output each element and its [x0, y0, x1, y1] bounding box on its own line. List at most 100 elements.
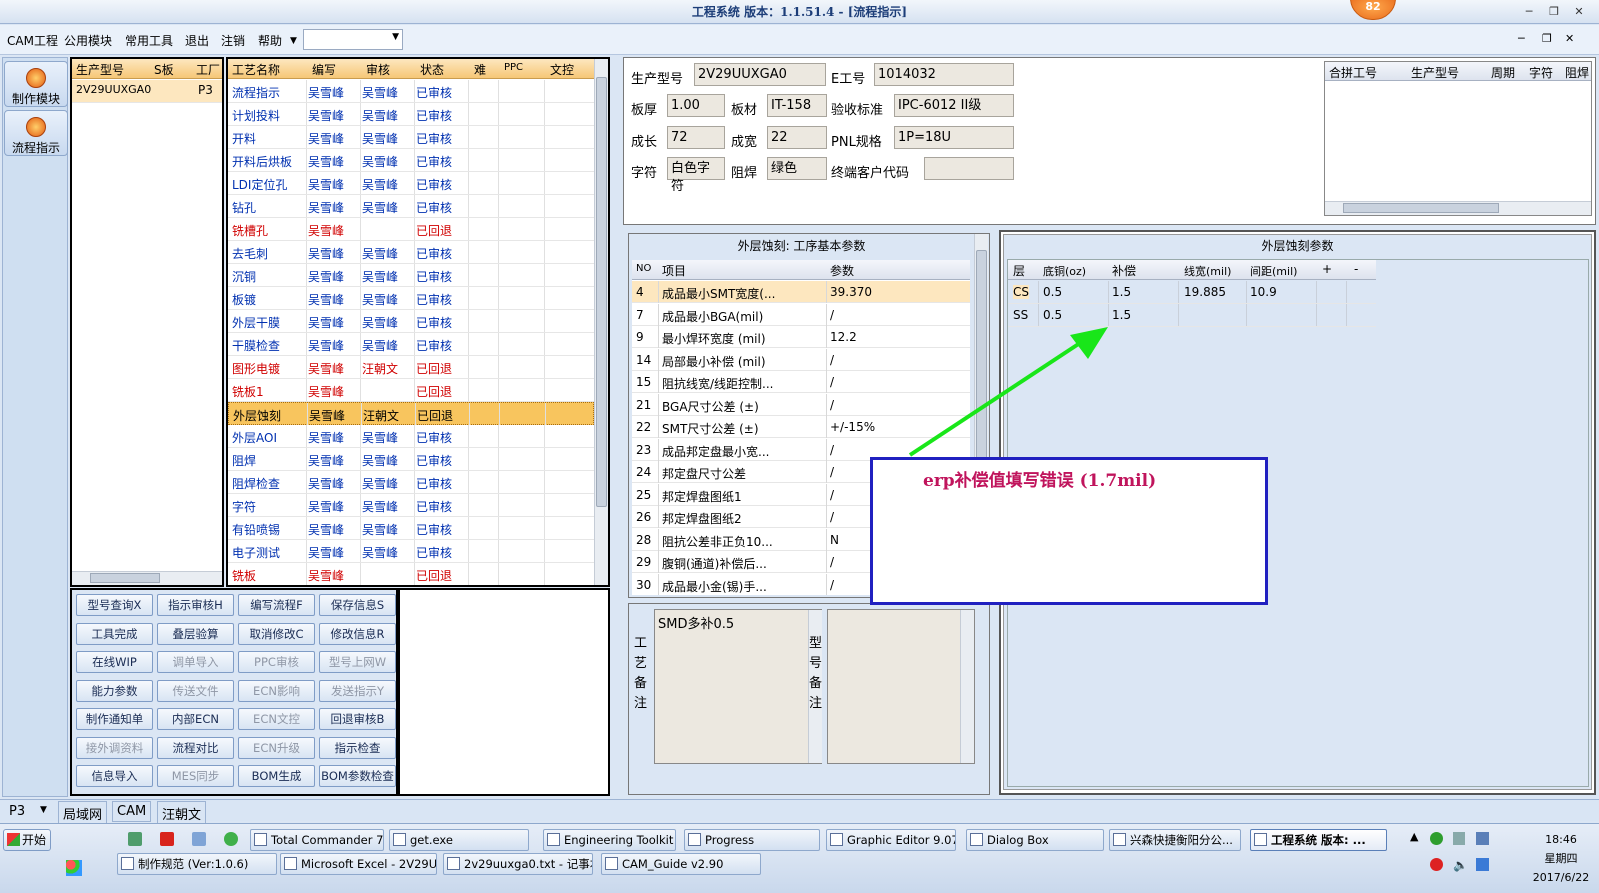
col-param[interactable]: 参数	[830, 262, 854, 279]
tray-device-icon[interactable]	[1453, 832, 1465, 845]
process-row[interactable]: 外层干膜 吴雪峰 吴雪峰 已审核	[228, 310, 594, 333]
menu-tools[interactable]: 常用工具	[125, 32, 173, 49]
maximize-icon[interactable]: ❐	[1545, 3, 1563, 21]
function-button[interactable]: 内部ECN	[157, 708, 234, 730]
function-button[interactable]: MES同步	[157, 765, 234, 787]
function-button[interactable]: 工具完成	[76, 622, 153, 645]
task-notepad[interactable]: 2v29uuxga0.txt - 记事本	[443, 853, 593, 875]
col-status[interactable]: 状态	[420, 61, 444, 78]
menu-combo[interactable]: ▼	[303, 29, 403, 50]
function-button[interactable]: 编写流程F	[238, 594, 315, 616]
task-xingsen[interactable]: 兴森快捷衡阳分公...	[1109, 829, 1241, 851]
function-button[interactable]: 指示检查	[319, 736, 396, 759]
task-cam-guide[interactable]: CAM_Guide v2.90	[601, 853, 761, 875]
col-line-width[interactable]: 线宽(mil)	[1184, 263, 1231, 279]
process-row[interactable]: 钻孔 吴雪峰 吴雪峰 已审核	[228, 195, 594, 218]
field-standard[interactable]: IPC-6012 II级	[894, 94, 1014, 117]
task-engineering-system[interactable]: 工程系统 版本: ...	[1250, 829, 1387, 851]
menu-exit[interactable]: 退出	[185, 32, 209, 49]
param-row[interactable]: 4 成品最小SMT宽度(... 39.370	[632, 281, 970, 303]
process-row[interactable]: 流程指示 吴雪峰 吴雪峰 已审核	[228, 80, 594, 103]
process-row[interactable]: 铣板 吴雪峰 已回退	[228, 563, 594, 585]
clock[interactable]: 18:46 星期四 2017/6/22	[1528, 830, 1594, 887]
etch-row[interactable]: CS 0.5 1.5 19.885 10.9	[1008, 281, 1376, 304]
function-button[interactable]: 信息导入	[76, 765, 153, 787]
function-button[interactable]: BOM生成	[238, 765, 315, 787]
menu-common-modules[interactable]: 公用模块	[64, 32, 112, 49]
field-pnl[interactable]: 1P=18U	[894, 126, 1014, 149]
col-model[interactable]: 生产型号	[76, 61, 124, 78]
nav-process-instruction[interactable]: 流程指示	[4, 110, 68, 156]
tray-antivirus-icon[interactable]	[1430, 858, 1443, 871]
col-plant[interactable]: 工厂	[196, 61, 220, 78]
function-button[interactable]: 发送指示Y	[319, 679, 396, 702]
field-material[interactable]: IT-158	[767, 94, 827, 117]
mdi-minimize-icon[interactable]: ─	[1518, 32, 1525, 45]
field-width[interactable]: 22	[767, 126, 827, 149]
horizontal-scrollbar[interactable]	[72, 571, 222, 585]
task-excel[interactable]: Microsoft Excel - 2V29UU...	[280, 853, 437, 875]
col-s-board[interactable]: S板	[154, 61, 174, 78]
field-length[interactable]: 72	[667, 126, 725, 149]
mdi-close-icon[interactable]: ✕	[1565, 32, 1574, 45]
start-button[interactable]: 开始	[3, 829, 51, 851]
function-button[interactable]: PPC审核	[238, 651, 315, 673]
field-e-no[interactable]: 1014032	[874, 63, 1014, 86]
process-row[interactable]: 开料后烘板 吴雪峰 吴雪峰 已审核	[228, 149, 594, 172]
horizontal-scrollbar[interactable]	[1325, 201, 1591, 215]
process-row[interactable]: 铣槽孔 吴雪峰 已回退	[228, 218, 594, 241]
function-button[interactable]: BOM参数检查	[319, 765, 396, 787]
function-button[interactable]: 能力参数	[76, 679, 153, 702]
task-dialog-box[interactable]: Dialog Box	[966, 829, 1104, 851]
browser-icon[interactable]	[224, 832, 238, 846]
volume-icon[interactable]: 🔈	[1453, 858, 1468, 872]
process-row[interactable]: 阻焊 吴雪峰 吴雪峰 已审核	[228, 448, 594, 471]
plant-selector[interactable]: P3	[9, 804, 25, 819]
function-button[interactable]: 叠层验算	[157, 622, 234, 645]
quicklaunch-app-icon[interactable]	[128, 832, 142, 846]
tray-app-icon[interactable]	[1430, 832, 1443, 845]
field-soldermask[interactable]: 绿色	[767, 157, 827, 180]
process-row[interactable]: 干膜检查 吴雪峰 吴雪峰 已审核	[228, 333, 594, 356]
col-legend[interactable]: 字符	[1529, 64, 1553, 81]
process-row[interactable]: 外层AOI 吴雪峰 吴雪峰 已审核	[228, 425, 594, 448]
network-icon[interactable]	[1476, 832, 1489, 845]
scroll-thumb[interactable]	[90, 573, 160, 583]
col-no[interactable]: NO	[636, 263, 651, 274]
col-soldermask[interactable]: 阻焊	[1565, 64, 1591, 81]
process-row[interactable]: 图形电镀 吴雪峰 汪朝文 已回退	[228, 356, 594, 379]
status-tab-cam[interactable]: CAM	[112, 801, 152, 822]
function-button[interactable]: 流程对比	[157, 736, 234, 759]
col-model[interactable]: 生产型号	[1411, 64, 1459, 81]
vertical-scrollbar[interactable]	[594, 59, 608, 585]
function-button[interactable]: 制作通知单	[76, 708, 153, 730]
function-button[interactable]: 在线WIP	[76, 651, 153, 673]
scroll-thumb[interactable]	[1343, 203, 1499, 213]
process-row[interactable]: 板镀 吴雪峰 吴雪峰 已审核	[228, 287, 594, 310]
process-row[interactable]: 开料 吴雪峰 吴雪峰 已审核	[228, 126, 594, 149]
field-thickness[interactable]: 1.00	[667, 94, 725, 117]
process-row[interactable]: 电子测试 吴雪峰 吴雪峰 已审核	[228, 540, 594, 563]
function-button[interactable]: ECN影响	[238, 679, 315, 702]
tray-input-icon[interactable]	[1476, 858, 1489, 871]
function-button[interactable]: 取消修改C	[238, 622, 315, 645]
col-remove[interactable]: -	[1354, 262, 1358, 276]
colorful-app-icon[interactable]	[66, 860, 82, 876]
process-row[interactable]: 外层蚀刻 吴雪峰 汪朝文 已回退	[228, 402, 594, 425]
col-writer[interactable]: 编写	[312, 61, 336, 78]
process-row[interactable]: LDI定位孔 吴雪峰 吴雪峰 已审核	[228, 172, 594, 195]
col-base-copper[interactable]: 底铜(oz)	[1043, 263, 1086, 279]
etch-row[interactable]: SS 0.5 1.5	[1008, 304, 1376, 327]
function-button[interactable]: 型号上网W	[319, 651, 396, 673]
function-button[interactable]: 回退审核B	[319, 708, 396, 730]
tray-expand-icon[interactable]: ▲	[1410, 830, 1418, 843]
col-compensation[interactable]: 补偿	[1112, 262, 1136, 279]
vertical-scrollbar[interactable]	[960, 610, 974, 763]
col-layer[interactable]: 层	[1013, 262, 1025, 279]
function-button[interactable]: 调单导入	[157, 651, 234, 673]
function-button[interactable]: 接外调资料	[76, 736, 153, 759]
nav-production-module[interactable]: 制作模块	[4, 61, 68, 107]
col-add[interactable]: +	[1322, 262, 1332, 276]
task-graphic-editor[interactable]: Graphic Editor 9.07b...	[826, 829, 956, 851]
param-row[interactable]: 7 成品最小BGA(mil) /	[632, 303, 970, 326]
